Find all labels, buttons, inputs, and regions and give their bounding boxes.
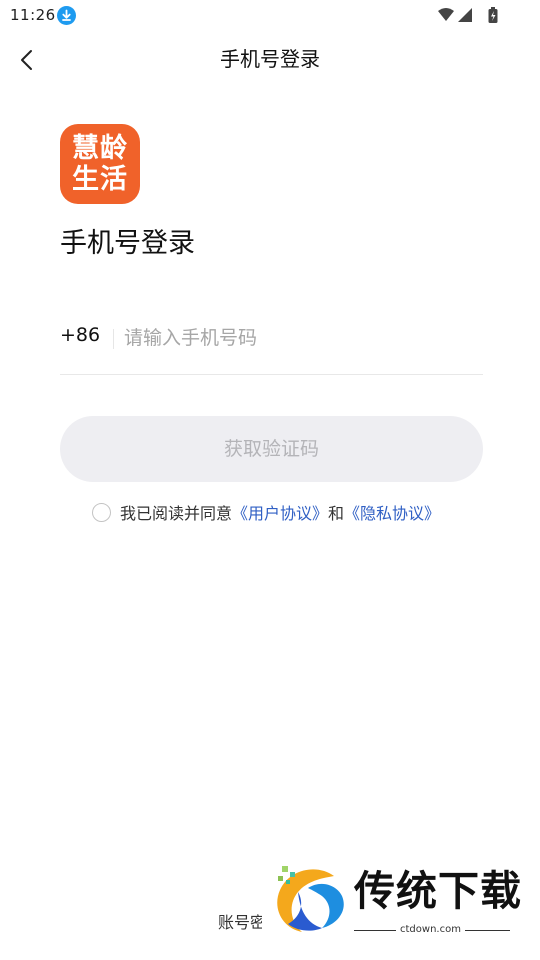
wifi-icon — [438, 8, 454, 21]
signal-icon — [458, 8, 472, 22]
status-bar: 11:26 — [0, 0, 540, 32]
agreement-row: 我已阅读并同意 《用户协议》 和 《隐私协议》 — [92, 500, 440, 524]
agreement-checkbox[interactable] — [92, 502, 111, 522]
privacy-agreement-link[interactable]: 《隐私协议》 — [344, 500, 440, 524]
user-agreement-link[interactable]: 《用户协议》 — [232, 500, 328, 524]
watermark-subtitle: ctdown.com — [396, 923, 465, 937]
download-icon — [57, 6, 76, 25]
phone-divider — [113, 329, 114, 349]
country-code[interactable]: +86 — [60, 324, 100, 346]
page-title: 手机号登录 — [60, 228, 195, 259]
logo-line-2: 生活 — [72, 164, 128, 195]
status-time: 11:26 — [10, 6, 56, 24]
header-title: 手机号登录 — [220, 47, 320, 71]
status-icons — [436, 6, 506, 24]
battery-icon — [488, 7, 498, 23]
logo-line-1: 慧龄 — [72, 133, 128, 164]
watermark-logo-icon — [277, 866, 344, 932]
phone-row: +86 — [60, 318, 483, 375]
watermark: 传统下载 ctdown.com — [268, 862, 521, 940]
get-code-button[interactable]: 获取验证码 — [60, 416, 483, 482]
phone-input[interactable] — [124, 324, 474, 352]
agreement-prefix: 我已阅读并同意 — [120, 504, 233, 523]
account-login-link[interactable]: 账号密 — [218, 909, 262, 933]
watermark-title: 传统下载 — [354, 867, 522, 915]
app-logo: 慧龄 生活 — [60, 124, 140, 204]
agreement-conjunction: 和 — [328, 504, 345, 523]
